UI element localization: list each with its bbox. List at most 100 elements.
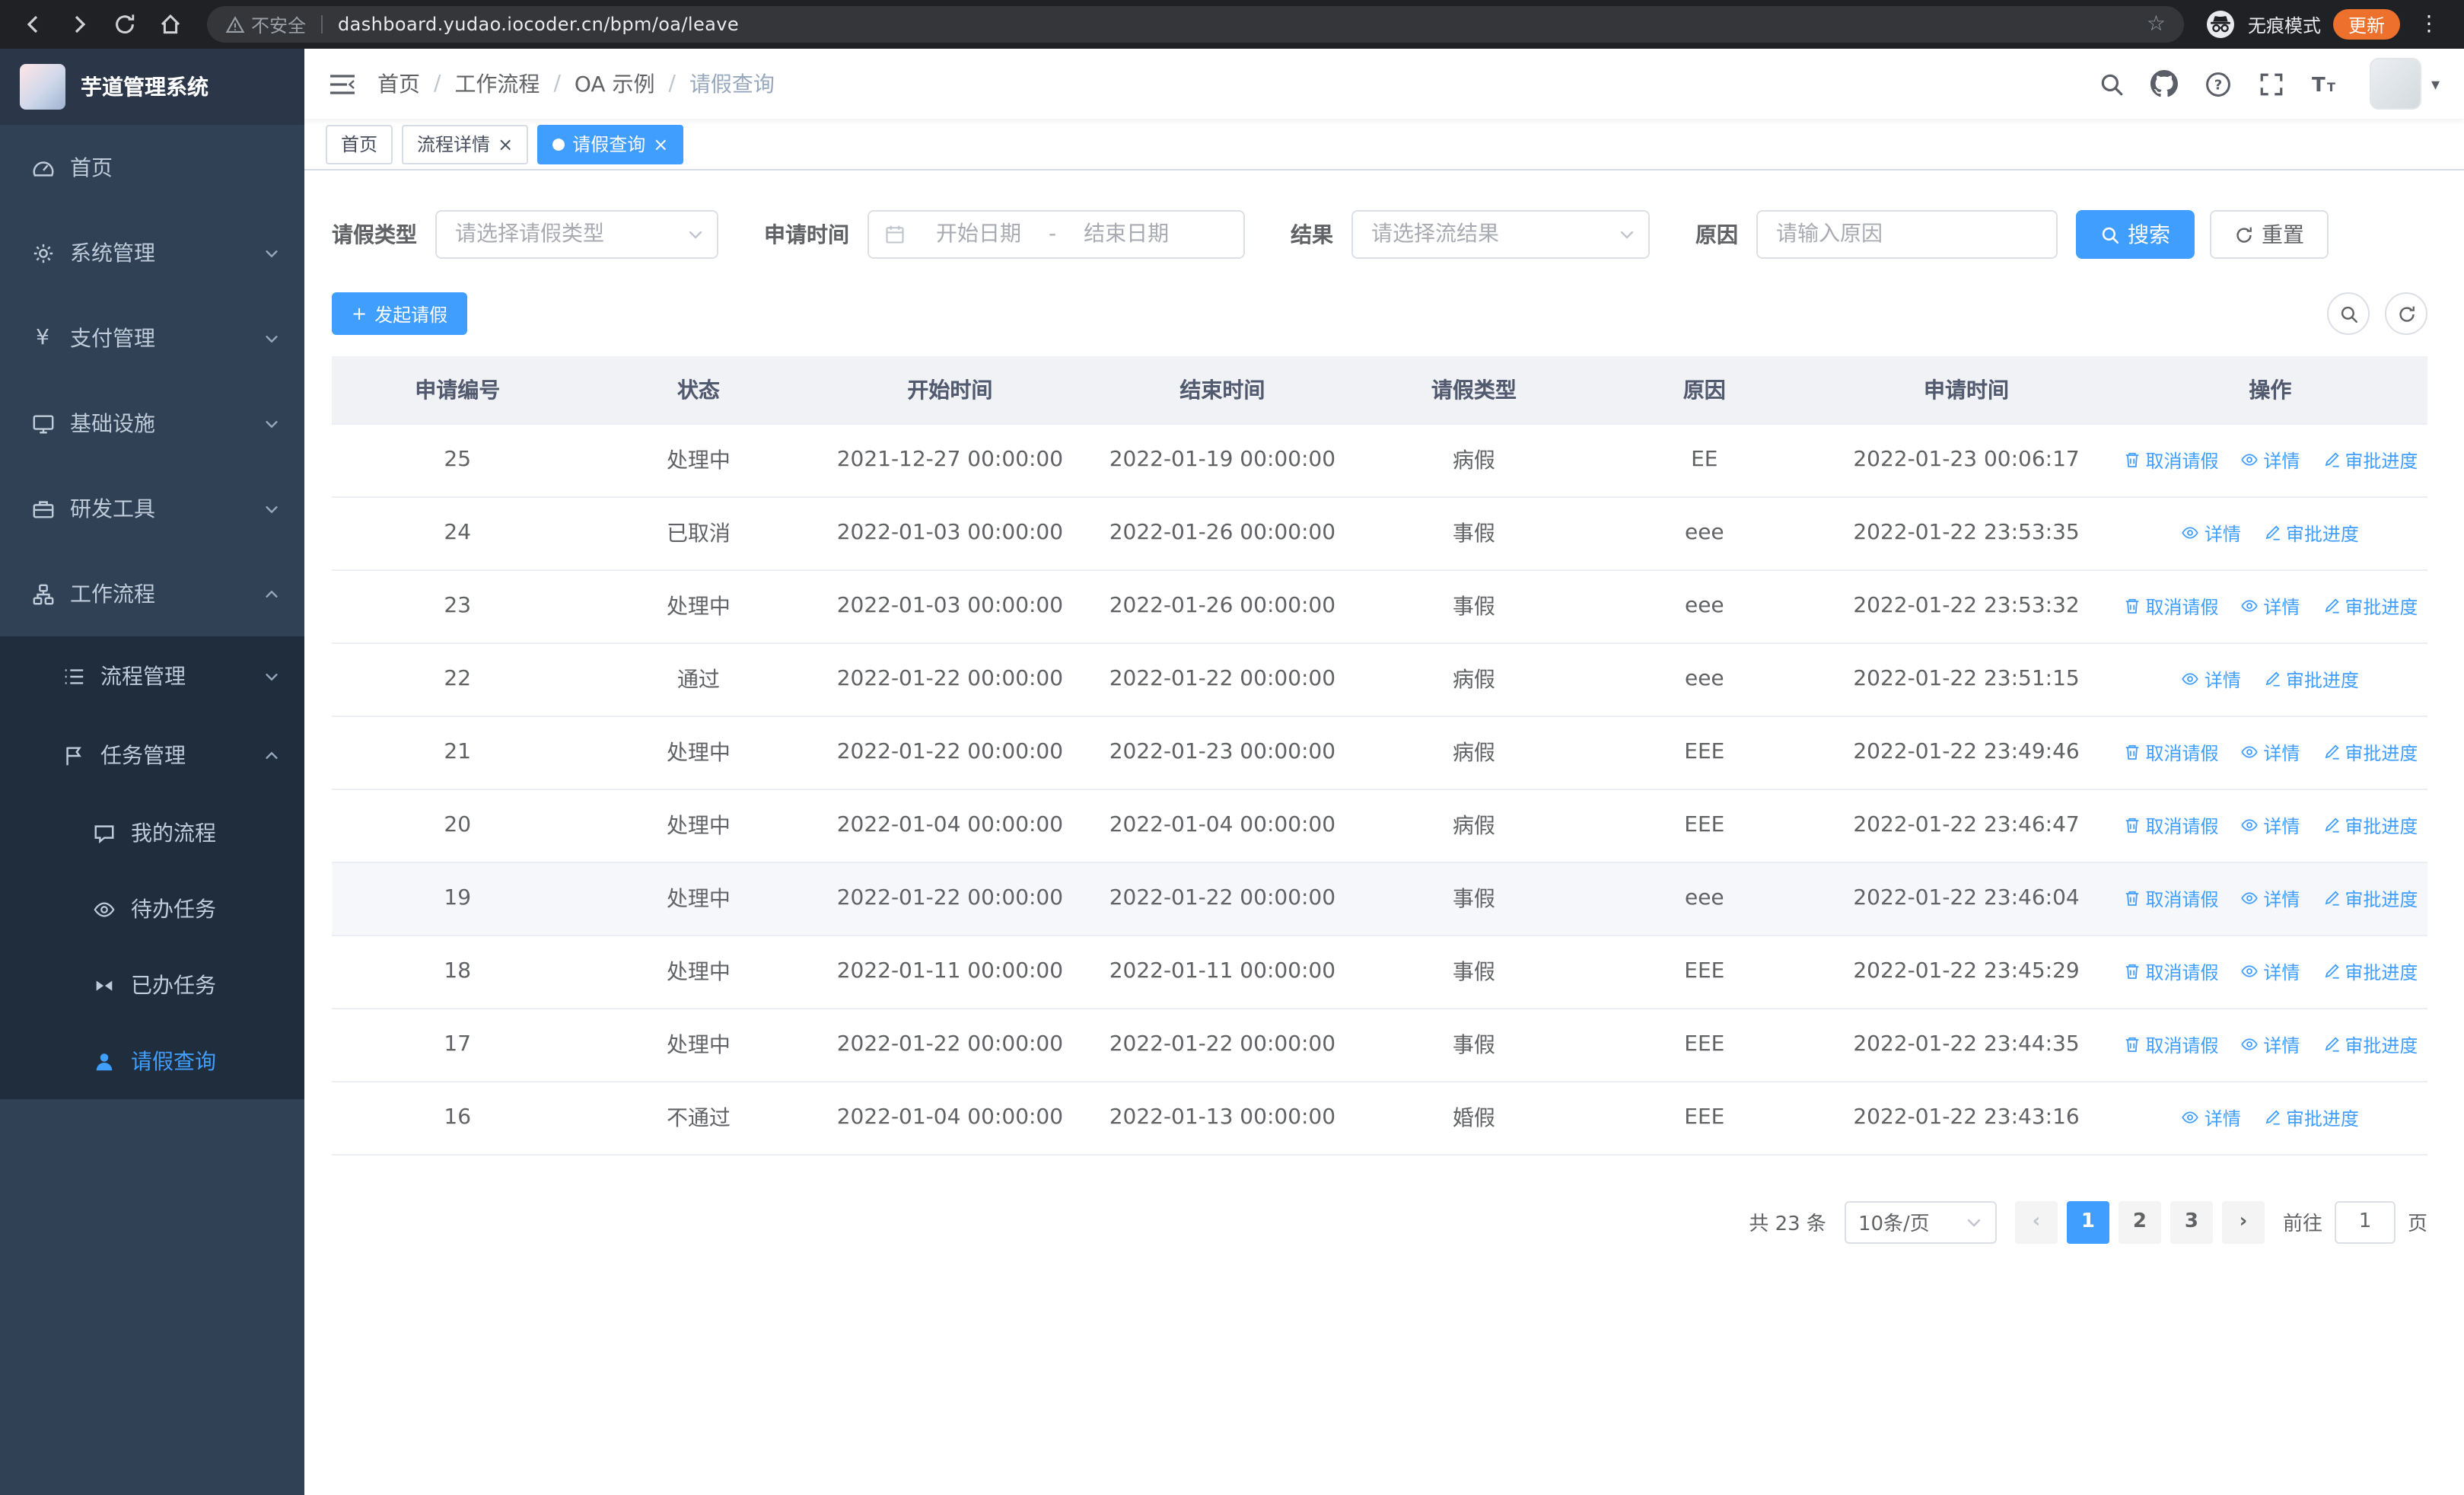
cell-apply-no: 18 — [332, 935, 584, 1009]
cell-apply-no: 17 — [332, 1008, 584, 1082]
leave-type-select[interactable] — [435, 210, 718, 259]
reason-input[interactable] — [1756, 210, 2058, 259]
sidebar-logo[interactable]: 芋道管理系统 — [0, 49, 304, 125]
cell-leave-type: 事假 — [1358, 569, 1590, 643]
audit-progress-link[interactable]: 审批进度 — [2322, 447, 2418, 473]
tab-process-detail[interactable]: 流程详情 × — [402, 124, 529, 164]
audit-progress-link[interactable]: 审批进度 — [2322, 1031, 2418, 1057]
detail-link[interactable]: 详情 — [2182, 1105, 2241, 1130]
detail-link[interactable]: 详情 — [2240, 958, 2300, 984]
prev-page-button[interactable]: ‹ — [2014, 1200, 2058, 1243]
sidebar-item-home[interactable]: 首页 — [0, 125, 304, 210]
sidebar-item-infra[interactable]: 基础设施 — [0, 381, 304, 466]
detail-link[interactable]: 详情 — [2240, 1031, 2300, 1057]
table-row: 24 已取消 2022-01-03 00:00:00 2022-01-26 00… — [332, 496, 2427, 570]
header-search-icon[interactable] — [2098, 70, 2125, 97]
sidebar-item-task-management[interactable]: 任务管理 — [0, 716, 304, 795]
page-buttons: ‹ 1 2 3 › — [2014, 1200, 2265, 1243]
cell-actions: 详情 审批进度 — [2112, 1081, 2427, 1155]
back-button[interactable] — [12, 3, 55, 46]
sidebar-item-devtools[interactable]: 研发工具 — [0, 466, 304, 551]
reload-button[interactable] — [103, 3, 146, 46]
cancel-leave-link[interactable]: 取消请假 — [2122, 812, 2218, 838]
audit-progress-link[interactable]: 审批进度 — [2322, 958, 2418, 984]
fullscreen-icon[interactable] — [2258, 70, 2285, 97]
tab-leave-query[interactable]: 请假查询 × — [537, 124, 684, 164]
sidebar-item-my-processes[interactable]: 我的流程 — [0, 795, 304, 871]
reset-button[interactable]: 重置 — [2210, 210, 2329, 259]
create-leave-button[interactable]: + 发起请假 — [332, 292, 468, 335]
goto-page-input[interactable] — [2334, 1200, 2396, 1243]
forward-button[interactable] — [58, 3, 100, 46]
tab-home[interactable]: 首页 — [326, 124, 393, 164]
detail-link[interactable]: 详情 — [2182, 520, 2241, 546]
browser-menu-icon[interactable]: ⋮ — [2412, 12, 2446, 37]
detail-link[interactable]: 详情 — [2182, 666, 2241, 692]
detail-link[interactable]: 详情 — [2240, 739, 2300, 765]
breadcrumb-oa-example[interactable]: OA 示例 — [575, 69, 655, 99]
detail-link[interactable]: 详情 — [2240, 593, 2300, 619]
home-button[interactable] — [149, 3, 192, 46]
cancel-leave-link[interactable]: 取消请假 — [2122, 1031, 2218, 1057]
sidebar-item-todo-tasks[interactable]: 待办任务 — [0, 871, 304, 947]
date-range-picker[interactable]: - — [867, 210, 1245, 259]
update-button[interactable]: 更新 — [2332, 9, 2400, 40]
sidebar-item-system[interactable]: 系统管理 — [0, 210, 304, 295]
result-select[interactable] — [1351, 210, 1650, 259]
back-icon — [27, 15, 38, 33]
bookmark-star-icon[interactable]: ☆ — [2147, 14, 2166, 35]
leave-type-input[interactable] — [435, 210, 718, 259]
page-button-3[interactable]: 3 — [2170, 1200, 2213, 1243]
refresh-table-button[interactable] — [2385, 292, 2427, 335]
browser-chrome: 不安全 dashboard.yudao.iocoder.cn/bpm/oa/le… — [0, 0, 2464, 49]
sidebar-item-workflow[interactable]: 工作流程 — [0, 551, 304, 636]
close-tab-icon[interactable]: × — [653, 135, 668, 153]
breadcrumb-home[interactable]: 首页 — [377, 69, 420, 99]
github-icon[interactable] — [2150, 70, 2179, 97]
page-button-2[interactable]: 2 — [2118, 1200, 2161, 1243]
sidebar-toggle-icon[interactable] — [329, 72, 356, 95]
detail-link[interactable]: 详情 — [2240, 885, 2300, 911]
close-tab-icon[interactable]: × — [498, 135, 513, 153]
audit-progress-link[interactable]: 审批进度 — [2322, 593, 2418, 619]
cancel-leave-link[interactable]: 取消请假 — [2122, 958, 2218, 984]
search-button[interactable]: 搜索 — [2076, 210, 2195, 259]
sidebar-item-leave-query[interactable]: 请假查询 — [0, 1023, 304, 1099]
audit-progress-link[interactable]: 审批进度 — [2263, 666, 2359, 692]
cancel-leave-link[interactable]: 取消请假 — [2122, 739, 2218, 765]
cancel-leave-link[interactable]: 取消请假 — [2122, 885, 2218, 911]
audit-progress-link[interactable]: 审批进度 — [2263, 520, 2359, 546]
result-input[interactable] — [1351, 210, 1650, 259]
cancel-leave-link[interactable]: 取消请假 — [2122, 593, 2218, 619]
audit-progress-link[interactable]: 审批进度 — [2322, 739, 2418, 765]
start-date-input[interactable] — [912, 212, 1046, 257]
audit-progress-link[interactable]: 审批进度 — [2322, 812, 2418, 838]
apply-time-label: 申请时间 — [764, 224, 849, 248]
sidebar-item-done-tasks[interactable]: 已办任务 — [0, 947, 304, 1023]
sidebar-item-process-management[interactable]: 流程管理 — [0, 636, 304, 716]
user-menu[interactable]: ▾ — [2370, 58, 2440, 110]
detail-link[interactable]: 详情 — [2240, 812, 2300, 838]
breadcrumb-workflow[interactable]: 工作流程 — [454, 69, 540, 99]
help-icon[interactable]: ? — [2205, 70, 2232, 97]
table-row: 25 处理中 2021-12-27 00:00:00 2022-01-19 00… — [332, 423, 2427, 497]
toggle-search-button[interactable] — [2327, 292, 2370, 335]
audit-progress-link[interactable]: 审批进度 — [2263, 1105, 2359, 1130]
sidebar-item-payment[interactable]: ¥ 支付管理 — [0, 295, 304, 381]
cancel-leave-link[interactable]: 取消请假 — [2122, 447, 2218, 473]
page-size-select[interactable]: 10条/页 — [1844, 1200, 1997, 1243]
end-date-input[interactable] — [1059, 212, 1194, 257]
cell-start-time: 2022-01-22 00:00:00 — [813, 862, 1087, 936]
font-size-icon[interactable]: TT — [2311, 70, 2338, 97]
detail-link[interactable]: 详情 — [2240, 447, 2300, 473]
cell-apply-no: 23 — [332, 569, 584, 643]
eye-icon — [2241, 892, 2259, 904]
security-warning[interactable]: 不安全 — [225, 11, 306, 37]
next-page-button[interactable]: › — [2221, 1200, 2265, 1243]
filter-reason: 原因 — [1695, 210, 2058, 259]
cell-leave-type: 病假 — [1358, 789, 1590, 862]
audit-progress-link[interactable]: 审批进度 — [2322, 885, 2418, 911]
url-bar[interactable]: 不安全 dashboard.yudao.iocoder.cn/bpm/oa/le… — [207, 6, 2184, 43]
page-button-1[interactable]: 1 — [2066, 1200, 2109, 1243]
reason-field[interactable] — [1756, 210, 2058, 259]
